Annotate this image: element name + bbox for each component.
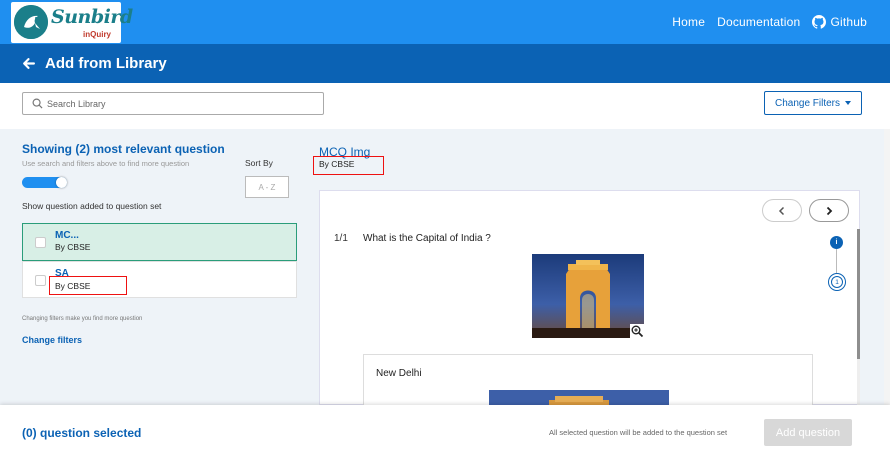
search-input[interactable] [47, 95, 317, 112]
question-list-panel: Showing (2) most relevant question Use s… [0, 129, 308, 405]
question-title: MC... [55, 230, 79, 241]
add-question-button[interactable]: Add question [764, 419, 852, 446]
nav-home[interactable]: Home [672, 15, 705, 29]
top-nav: Sunbird inQuiry Home Documentation Githu… [0, 0, 890, 44]
highlight-box [49, 276, 127, 295]
change-filters-button[interactable]: Change Filters [764, 91, 862, 115]
search-icon [32, 98, 43, 109]
question-preview: 1/1 What is the Capital of India ? i 1 N… [319, 190, 860, 420]
zoom-in-icon[interactable] [630, 324, 644, 338]
chevron-right-icon [826, 206, 833, 215]
question-preview-panel: MCQ Img By CBSE 1/1 What is the Capital … [308, 129, 890, 420]
show-added-label: Show question added to question set [22, 201, 162, 211]
question-checkbox[interactable] [35, 275, 46, 286]
scrollbar-thumb[interactable] [857, 229, 860, 359]
change-filters-link[interactable]: Change filters [22, 335, 82, 345]
logo-text: Sunbird [51, 6, 133, 28]
question-counter: 1/1 [334, 233, 348, 244]
question-author: By CBSE [55, 242, 91, 252]
footer-note: All selected question will be added to t… [549, 428, 728, 437]
step-connector [836, 249, 837, 273]
search-box [22, 92, 324, 115]
changing-filters-note: Changing filters make you find more ques… [22, 316, 143, 322]
question-text: What is the Capital of India ? [363, 233, 491, 244]
page-title: Add from Library [45, 55, 167, 72]
sort-label: Sort By [245, 158, 273, 168]
show-added-toggle[interactable] [22, 177, 67, 188]
question-card[interactable]: SA By CBSE [22, 261, 297, 298]
nav-github[interactable]: Github [812, 15, 867, 29]
page-scrollbar[interactable] [884, 129, 890, 405]
toggle-knob [56, 177, 67, 188]
selected-count: (0) question selected [22, 426, 142, 440]
sunbird-logo[interactable]: Sunbird inQuiry [11, 2, 133, 43]
sort-select[interactable]: A - Z [245, 176, 289, 198]
github-icon [812, 15, 827, 29]
next-button[interactable] [809, 199, 849, 222]
info-step-icon[interactable]: i [830, 236, 843, 249]
nav-documentation[interactable]: Documentation [717, 15, 800, 29]
step-indicator[interactable]: 1 [828, 273, 846, 291]
question-checkbox[interactable] [35, 237, 46, 248]
india-gate-image[interactable] [532, 254, 644, 338]
back-arrow-icon[interactable] [22, 57, 35, 70]
chevron-left-icon [778, 206, 785, 215]
results-hint: Use search and filters above to find mor… [22, 159, 190, 168]
question-card[interactable]: MC... By CBSE [22, 223, 297, 261]
prev-button[interactable] [762, 199, 802, 222]
caret-down-icon [845, 101, 852, 105]
footer-bar: (0) question selected All selected quest… [0, 405, 890, 459]
bird-icon [14, 5, 48, 39]
title-bar: Add from Library [0, 44, 890, 83]
option-text: New Delhi [376, 368, 422, 379]
highlight-box [313, 156, 384, 175]
search-row: Change Filters [0, 83, 890, 129]
logo-subtext: inQuiry [83, 30, 112, 39]
results-heading: Showing (2) most relevant question [22, 142, 225, 156]
nav-links: Home Documentation Github [672, 0, 890, 44]
